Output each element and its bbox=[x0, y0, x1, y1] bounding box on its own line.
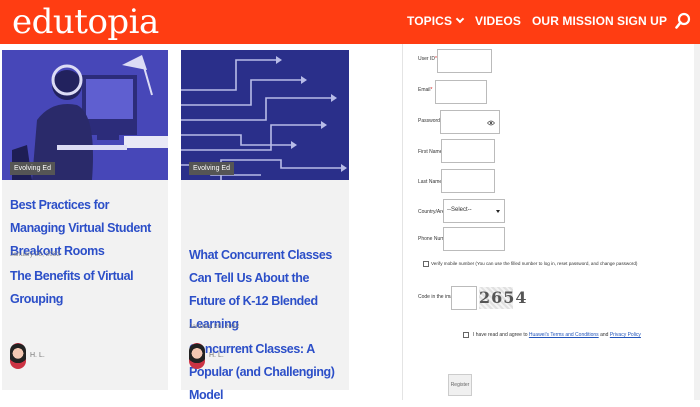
captcha-input[interactable] bbox=[451, 286, 477, 310]
register-button[interactable]: Register bbox=[448, 374, 472, 396]
related-article-title[interactable]: Concurrent Classes: A Popular (and Chall… bbox=[189, 338, 339, 407]
article-image[interactable] bbox=[2, 50, 170, 180]
student-at-computer-image bbox=[2, 50, 170, 180]
registration-form: User ID* Email* Password* First Name* La… bbox=[402, 44, 694, 400]
card-gutter bbox=[168, 50, 181, 390]
country-selected-value: --Select-- bbox=[447, 207, 472, 213]
article-date: January 26, 2022 bbox=[189, 323, 240, 330]
terms-prefix: I have read and agree to bbox=[473, 332, 528, 338]
article-image[interactable] bbox=[181, 50, 349, 180]
nav-our-mission[interactable]: OUR MISSION bbox=[532, 14, 614, 28]
password-field[interactable] bbox=[440, 110, 500, 134]
verify-mobile-checkbox[interactable] bbox=[423, 261, 429, 267]
terms-checkbox[interactable] bbox=[463, 332, 469, 338]
user-id-label: User ID* bbox=[418, 56, 437, 62]
phone-field[interactable] bbox=[443, 227, 505, 251]
eye-icon[interactable] bbox=[487, 119, 495, 127]
site-logo[interactable]: edutopia bbox=[12, 2, 159, 42]
article-date: January 26, 2022 bbox=[10, 251, 61, 258]
terms-text: I have read and agree to Huawei's Terms … bbox=[473, 332, 641, 338]
nav-topics[interactable]: TOPICS bbox=[407, 14, 465, 28]
verify-mobile-text: Verify mobile number (You can use the fi… bbox=[431, 261, 638, 266]
search-icon[interactable] bbox=[675, 12, 691, 30]
password-label: Password* bbox=[418, 118, 442, 124]
user-id-field[interactable] bbox=[437, 49, 492, 73]
author-name[interactable]: H. L. bbox=[209, 352, 224, 359]
first-name-field[interactable] bbox=[441, 139, 495, 163]
email-label: Email* bbox=[418, 87, 433, 93]
article-card[interactable]: Evolving Ed Best Practices for Managing … bbox=[2, 50, 170, 390]
author-name[interactable]: H. L. bbox=[30, 352, 45, 359]
last-name-field[interactable] bbox=[441, 169, 495, 193]
scrollbar[interactable] bbox=[694, 44, 700, 400]
country-select[interactable]: --Select-- bbox=[443, 199, 505, 223]
top-nav-bar: edutopia TOPICS VIDEOS OUR MISSION SIGN … bbox=[0, 0, 700, 44]
terms-link[interactable]: Huawei's Terms and Conditions bbox=[529, 332, 599, 338]
avatar bbox=[189, 343, 205, 369]
avatar bbox=[10, 343, 26, 369]
terms-and: and bbox=[600, 332, 609, 338]
email-field[interactable] bbox=[435, 80, 487, 104]
privacy-link[interactable]: Privacy Policy bbox=[610, 332, 641, 338]
chevron-down-icon bbox=[496, 210, 500, 213]
nav-videos[interactable]: VIDEOS bbox=[475, 14, 521, 28]
nav-topics-label: TOPICS bbox=[407, 14, 453, 28]
category-badge[interactable]: Evolving Ed bbox=[10, 162, 55, 175]
nav-sign-up[interactable]: SIGN UP bbox=[617, 14, 667, 28]
captcha-image[interactable]: 2654 bbox=[479, 287, 527, 309]
related-article-title[interactable]: The Benefits of Virtual Grouping bbox=[10, 265, 160, 311]
category-badge[interactable]: Evolving Ed bbox=[189, 162, 234, 175]
arrows-illustration-image bbox=[181, 50, 349, 180]
chevron-down-icon bbox=[455, 14, 465, 24]
article-card[interactable]: Evolving Ed What Concurrent Classes Can … bbox=[181, 50, 349, 402]
